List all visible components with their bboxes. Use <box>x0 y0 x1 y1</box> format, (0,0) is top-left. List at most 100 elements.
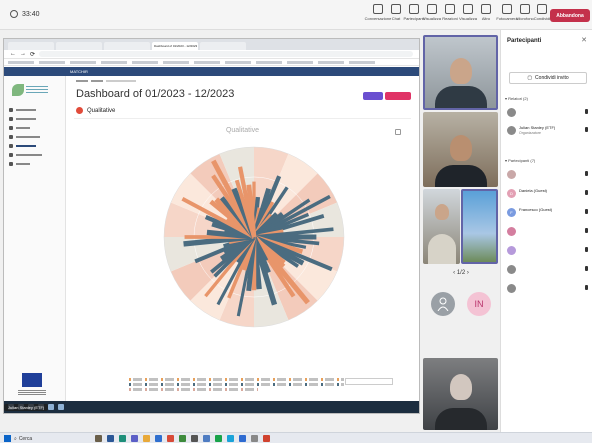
user-icon <box>9 126 13 130</box>
list-icon <box>9 135 13 139</box>
participant-row[interactable] <box>507 106 591 122</box>
app-icon[interactable] <box>179 435 186 442</box>
windows-start-icon[interactable] <box>4 435 11 442</box>
participant-video <box>449 373 472 400</box>
microphone-icon <box>585 266 588 271</box>
video-tile[interactable] <box>461 189 498 264</box>
participant-row[interactable] <box>507 282 591 298</box>
app-icon[interactable] <box>95 435 102 442</box>
avatar: F <box>507 208 516 217</box>
url-field[interactable] <box>39 51 413 57</box>
app-icon <box>58 404 64 410</box>
windows-taskbar: ⌕ Cerca <box>0 432 592 443</box>
microphone-icon <box>585 171 588 176</box>
browser-tab[interactable] <box>104 42 150 50</box>
app-icon[interactable] <box>215 435 222 442</box>
folder-icon <box>9 117 13 121</box>
microphone-icon <box>585 285 588 290</box>
avatar <box>507 108 516 117</box>
teams-icon[interactable] <box>131 435 138 442</box>
grid-pager[interactable]: ‹ 1/2 › <box>430 270 492 276</box>
app-icon[interactable] <box>191 435 198 442</box>
app-icon[interactable] <box>203 435 210 442</box>
organizers-header[interactable]: ▾ Relatori (2) <box>505 96 528 101</box>
sidebar-item[interactable] <box>9 135 42 139</box>
forward-icon[interactable]: → <box>20 51 26 57</box>
app-icon[interactable] <box>251 435 258 442</box>
sidebar-item[interactable] <box>9 108 42 112</box>
participant-video <box>434 204 449 220</box>
participant-row[interactable] <box>507 168 591 184</box>
smile-icon <box>445 4 455 14</box>
back-icon[interactable]: ← <box>10 51 16 57</box>
browser-tab[interactable] <box>8 42 54 50</box>
participant-row[interactable] <box>507 244 591 260</box>
sidebar-item[interactable] <box>9 153 42 157</box>
browser-tabs: Dashboard of 01/2023 - 12/2023 <box>4 39 419 50</box>
avatar-tile[interactable]: IN <box>462 292 496 332</box>
app-icon[interactable] <box>107 435 114 442</box>
participant-row[interactable] <box>507 263 591 279</box>
avatar <box>507 246 516 255</box>
edge-icon[interactable] <box>119 435 126 442</box>
avatar-tile[interactable] <box>426 292 460 332</box>
eu-flag-logo <box>22 373 42 387</box>
attendees-header[interactable]: ▾ Partecipanti (7) <box>505 158 535 163</box>
meeting-timer: 33:40 <box>10 10 40 18</box>
share-invite-button[interactable]: ▢ Condividi invito <box>509 72 587 84</box>
book-icon <box>9 153 13 157</box>
chart-menu-icon[interactable] <box>395 129 401 135</box>
leave-button[interactable]: Abbandona <box>550 9 590 22</box>
chart-icon <box>9 144 13 148</box>
avatar: IN <box>467 292 491 316</box>
more-button[interactable]: Altro <box>475 4 497 28</box>
filter-button[interactable] <box>363 92 383 100</box>
avatar-initials: IN <box>474 299 484 309</box>
video-tile[interactable] <box>423 35 498 110</box>
export-button[interactable] <box>385 92 411 100</box>
organizers-header-label: Relatori (2) <box>508 96 528 101</box>
app-icon[interactable] <box>227 435 234 442</box>
app-icon[interactable] <box>167 435 174 442</box>
sidebar-nav <box>9 108 42 166</box>
share-icon <box>537 4 547 14</box>
video-tile[interactable] <box>423 358 498 430</box>
browser-tab-active[interactable]: Dashboard of 01/2023 - 12/2023 <box>152 42 198 50</box>
browser-tab[interactable] <box>200 42 246 50</box>
microphone-icon <box>585 127 588 132</box>
app-icon[interactable] <box>155 435 162 442</box>
meeting-toolbar: 33:40 Conversazione Chat Partecipanti Vi… <box>0 0 592 30</box>
browser-tab[interactable] <box>56 42 102 50</box>
eu-caption <box>18 390 46 395</box>
more-icon <box>481 4 491 14</box>
hand-icon <box>427 4 437 14</box>
shield-icon <box>10 10 18 18</box>
app-icon[interactable] <box>239 435 246 442</box>
next-page-icon[interactable]: › <box>465 270 469 276</box>
participant-row[interactable]: Julian Stanley (ETF) Organizzatore <box>507 124 591 140</box>
taskbar-search[interactable]: ⌕ Cerca <box>14 435 78 442</box>
participant-row[interactable] <box>507 225 591 241</box>
microphone-icon <box>520 4 530 14</box>
participant-row[interactable]: D Daniela (Guest) <box>507 187 591 203</box>
panel-title: Partecipanti <box>507 38 542 44</box>
reload-icon[interactable]: ⟳ <box>30 51 35 58</box>
sidebar-item[interactable] <box>9 126 42 130</box>
sidebar-item[interactable] <box>9 162 42 166</box>
video-tile[interactable] <box>423 112 498 187</box>
participant-name: Julian Stanley (ETF) <box>519 125 556 130</box>
toolbar-label: Reazioni <box>442 16 458 21</box>
participant-video <box>449 134 472 161</box>
participant-video <box>449 58 472 85</box>
close-icon[interactable]: ✕ <box>581 36 587 44</box>
participant-row[interactable]: F Francesco (Guest) <box>507 206 591 222</box>
folder-icon[interactable] <box>143 435 150 442</box>
chrome-icon[interactable] <box>263 435 270 442</box>
address-bar: ← → ⟳ <box>4 50 419 59</box>
video-tile[interactable] <box>423 189 460 264</box>
sidebar-item[interactable] <box>9 117 42 121</box>
app-icon <box>48 404 54 410</box>
sidebar-item-dashboard[interactable] <box>9 144 42 148</box>
participant-name: Daniela (Guest) <box>519 188 548 193</box>
avatar <box>507 284 516 293</box>
